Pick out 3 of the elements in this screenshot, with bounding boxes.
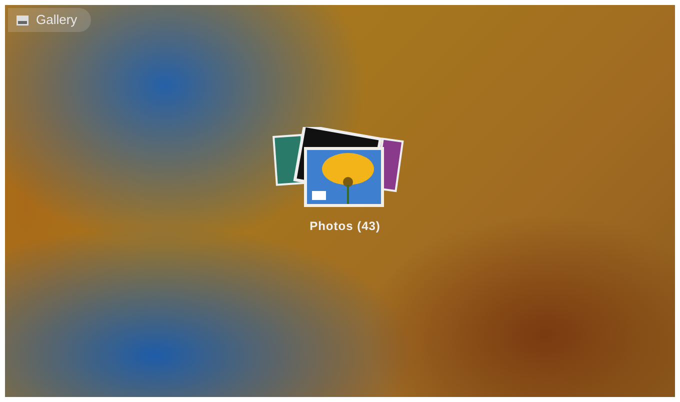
image-icon — [16, 14, 29, 26]
album-label: Photos (43) — [310, 218, 380, 235]
gallery-button[interactable]: Gallery — [8, 8, 92, 32]
